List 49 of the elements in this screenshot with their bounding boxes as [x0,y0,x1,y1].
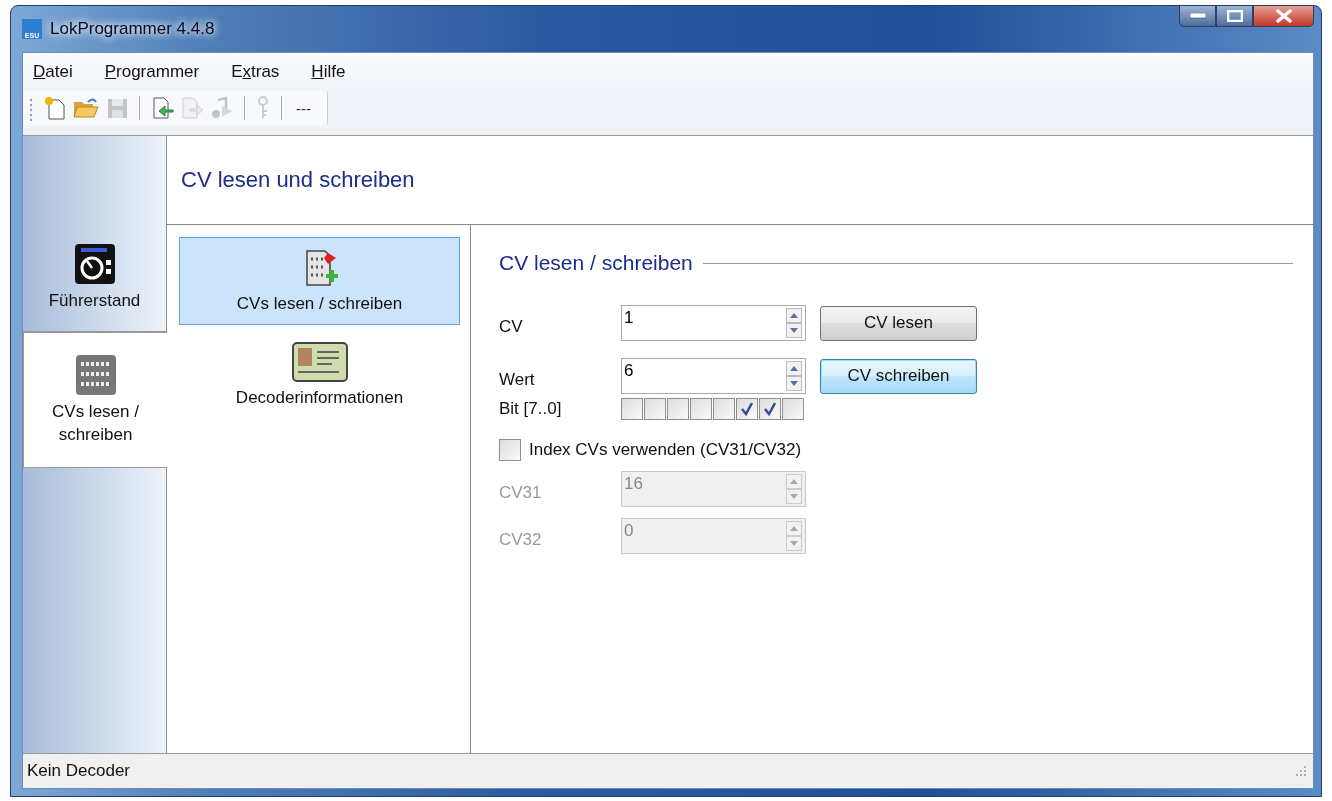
bit-checkbox[interactable] [759,398,781,420]
maximize-button[interactable] [1216,5,1253,27]
checkbox[interactable] [499,439,521,461]
nav-item[interactable]: CVs lesen / schreiben [179,237,460,325]
field-label: CV31 [499,483,543,503]
menu-item[interactable]: Programmer [104,62,200,82]
resize-grip-icon[interactable] [1295,765,1307,777]
speedometer-icon [73,243,116,285]
menu-item[interactable]: Datei [33,62,73,82]
nav-item[interactable]: Decoderinformationen [179,331,460,419]
minimize-icon [1189,13,1206,19]
check-icon [763,402,777,416]
field-label: CV [499,317,524,337]
bit-checkbox[interactable] [690,398,712,420]
window-title: LokProgrammer 4.4.8 [50,19,215,39]
field-label: CV32 [499,530,543,550]
binary-code-icon [74,354,117,396]
folder-icon[interactable] [73,96,99,120]
number-field[interactable]: 1 [621,305,806,341]
bit-checkbox[interactable] [713,398,735,420]
field-label: Bit [7..0] [499,399,563,419]
toolbar-item[interactable]: --- [292,99,315,117]
close-icon [1275,9,1292,23]
page-title: CV lesen und schreiben [181,167,415,193]
id-card-icon [291,342,348,382]
close-button[interactable] [1253,5,1314,27]
checkbox-label: Index CVs verwenden (CV31/CV32) [529,440,802,460]
maximize-icon [1226,10,1243,22]
menu-item[interactable]: Extras [231,62,280,82]
menu-item[interactable]: Hilfe [311,62,346,82]
field-label: Wert [499,370,536,390]
bit-checkbox[interactable] [621,398,643,420]
action-button[interactable]: CV schreiben [820,358,977,394]
bit-checkbox[interactable] [736,398,758,420]
minimize-button[interactable] [1179,5,1216,27]
bit-checkbox[interactable] [782,398,804,420]
new-file-icon[interactable] [43,96,67,120]
status-text: Kein Decoder [27,761,130,781]
import-icon[interactable] [150,96,174,120]
spinner-arrows-icon[interactable] [786,361,802,391]
bit-checkbox[interactable] [667,398,689,420]
spinner-arrows-icon[interactable] [786,308,802,338]
bit-checkbox[interactable] [644,398,666,420]
action-button[interactable]: CV lesen [820,305,977,341]
side-tab[interactable]: Führerstand [23,224,166,332]
number-field[interactable]: 6 [621,358,806,394]
side-tab[interactable]: CVs lesen / schreiben [23,332,167,468]
section-title: CV lesen / schreiben [499,251,693,275]
check-icon [740,402,754,416]
